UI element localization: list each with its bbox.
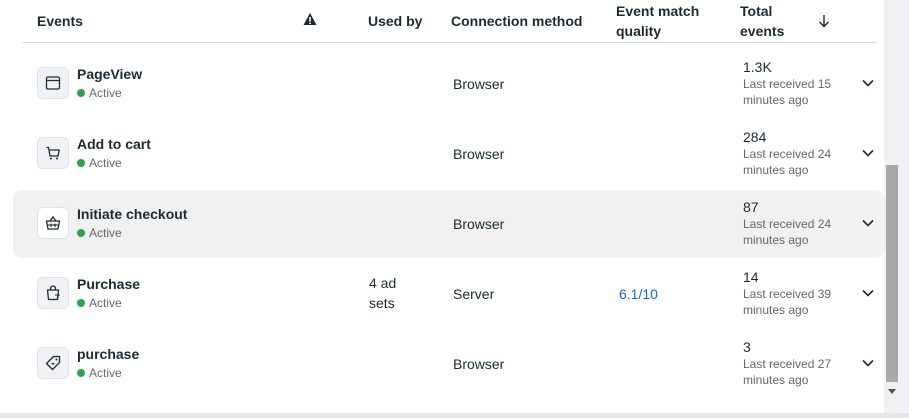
table-row[interactable]: Add to cart Active Browser 284 Last rece…	[13, 120, 884, 188]
event-match-quality-link[interactable]: 6.1/10	[619, 284, 658, 304]
vertical-scrollbar[interactable]	[884, 0, 901, 413]
event-status: Active	[77, 365, 122, 381]
total-events: 87 Last received 24 minutes ago	[743, 199, 832, 247]
event-status: Active	[77, 295, 122, 311]
event-status: Active	[77, 155, 122, 171]
event-name[interactable]: purchase	[77, 345, 139, 363]
total-events: 1.3K Last received 15 minutes ago	[743, 59, 832, 107]
price-tag-icon	[37, 347, 69, 379]
chevron-down-icon[interactable]	[861, 218, 875, 228]
sort-descending-icon[interactable]	[818, 14, 830, 28]
connection-method: Browser	[453, 356, 505, 372]
header-event-match-quality-line1[interactable]: Event match	[616, 1, 699, 21]
status-dot	[77, 89, 85, 97]
chevron-down-icon[interactable]	[861, 288, 875, 298]
chevron-down-icon[interactable]	[861, 358, 875, 368]
event-name[interactable]: Initiate checkout	[77, 205, 187, 223]
header-event-match-quality-line2[interactable]: quality	[616, 21, 661, 41]
table-row[interactable]: PageView Active Browser 1.3K Last receiv…	[13, 50, 884, 118]
event-name[interactable]: Add to cart	[77, 135, 151, 153]
event-status: Active	[77, 85, 122, 101]
event-status: Active	[77, 225, 122, 241]
header-connection-method[interactable]: Connection method	[451, 11, 582, 31]
connection-method: Browser	[453, 216, 505, 232]
table-row[interactable]: Initiate checkout Active Browser 87 Last…	[13, 190, 884, 258]
browser-window-icon	[37, 67, 69, 99]
header-total-events-line1[interactable]: Total	[740, 1, 772, 21]
status-dot	[77, 369, 85, 377]
connection-method: Server	[453, 286, 495, 302]
scrollbar-thumb[interactable]	[886, 165, 898, 382]
table-header: Events Used by Connection method Event m…	[22, 0, 876, 43]
event-name[interactable]: Purchase	[77, 275, 140, 293]
status-dot	[77, 229, 85, 237]
shopping-bag-icon	[37, 277, 69, 309]
basket-icon	[37, 207, 69, 239]
header-used-by[interactable]: Used by	[368, 11, 422, 31]
event-name[interactable]: PageView	[77, 65, 142, 83]
total-events: 284 Last received 24 minutes ago	[743, 129, 832, 177]
cart-icon	[37, 137, 69, 169]
table-row[interactable]: Purchase Active 4 ad sets Server 6.1/10 …	[13, 260, 884, 328]
scroll-down-arrow-icon[interactable]	[888, 389, 896, 394]
status-dot	[77, 299, 85, 307]
warning-icon[interactable]	[303, 12, 317, 26]
status-dot	[77, 159, 85, 167]
chevron-down-icon[interactable]	[861, 148, 875, 158]
table-row[interactable]: purchase Active Browser 3 Last received …	[13, 330, 884, 398]
header-events[interactable]: Events	[37, 11, 83, 31]
header-total-events-line2[interactable]: events	[740, 21, 784, 41]
total-events: 14 Last received 39 minutes ago	[743, 269, 832, 317]
connection-method: Browser	[453, 76, 505, 92]
connection-method: Browser	[453, 146, 505, 162]
total-events: 3 Last received 27 minutes ago	[743, 339, 832, 387]
bottom-divider	[0, 413, 909, 418]
chevron-down-icon[interactable]	[861, 78, 875, 88]
events-table-panel: Events Used by Connection method Event m…	[0, 0, 884, 413]
used-by[interactable]: 4 ad sets	[369, 273, 409, 313]
